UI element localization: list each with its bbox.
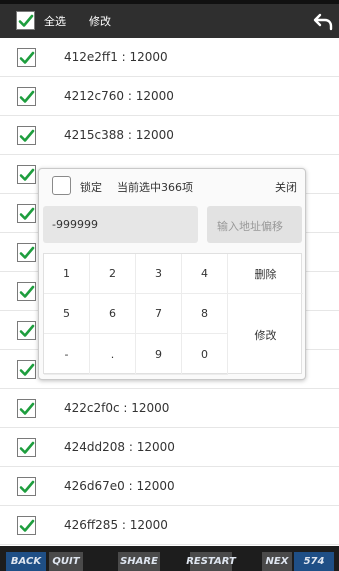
row-checkbox[interactable] (17, 204, 36, 223)
share-button[interactable]: SHARE (118, 552, 160, 571)
check-icon (19, 285, 35, 298)
keypad-key[interactable]: 6 (90, 294, 136, 334)
row-checkbox[interactable] (17, 477, 36, 496)
list-item[interactable]: 424dd208 : 12000 (0, 428, 339, 467)
row-address-value: 426d67e0 : 12000 (64, 479, 175, 493)
list-item[interactable]: 426ff285 : 12000 (0, 506, 339, 545)
row-checkbox[interactable] (17, 516, 36, 535)
restart-button[interactable]: RESTART (186, 552, 236, 571)
row-checkbox[interactable] (17, 243, 36, 262)
row-address-value: 426ff285 : 12000 (64, 518, 168, 532)
keypad-key[interactable]: 5 (44, 294, 90, 334)
keypad-key[interactable]: 3 (136, 254, 182, 294)
keypad-key[interactable]: 1 (44, 254, 90, 294)
check-icon (19, 207, 35, 220)
keypad-key[interactable]: . (90, 334, 136, 375)
check-icon (19, 480, 35, 493)
keypad-key[interactable]: 8 (182, 294, 228, 334)
counter-badge: 574 (294, 552, 334, 571)
row-checkbox[interactable] (17, 87, 36, 106)
address-offset-input[interactable]: 输入地址偏移 (207, 206, 302, 243)
lock-checkbox[interactable] (52, 176, 71, 195)
check-icon (18, 14, 34, 27)
check-icon (19, 441, 35, 454)
check-icon (19, 519, 35, 532)
row-checkbox[interactable] (17, 282, 36, 301)
check-icon (19, 129, 35, 142)
back-button[interactable]: BACK (6, 552, 46, 571)
check-icon (19, 402, 35, 415)
row-address-value: 4212c760 : 12000 (64, 89, 174, 103)
row-checkbox[interactable] (17, 321, 36, 340)
row-checkbox[interactable] (17, 126, 36, 145)
list-item[interactable]: 422c2f0c : 12000 (0, 389, 339, 428)
check-icon (19, 90, 35, 103)
row-address-value: 4215c388 : 12000 (64, 128, 174, 142)
list-item[interactable]: 412e2ff1 : 12000 (0, 38, 339, 77)
check-icon (19, 168, 35, 181)
list-item[interactable]: 426d67e0 : 12000 (0, 467, 339, 506)
top-toolbar: 全选 修改 (0, 4, 339, 38)
bottom-bar: BACK QUIT SHARE RESTART NEX 574 (0, 546, 339, 571)
check-icon (19, 324, 35, 337)
list-item[interactable]: 4212c760 : 12000 (0, 77, 339, 116)
keypad-key[interactable]: 7 (136, 294, 182, 334)
next-button[interactable]: NEX (262, 552, 292, 571)
check-icon (19, 246, 35, 259)
modify-button[interactable]: 修改 (89, 13, 111, 29)
row-address-value: 412e2ff1 : 12000 (64, 50, 168, 64)
modify-dialog: 锁定 当前选中366项 关闭 -999999 输入地址偏移 1 2 3 4 删除 5 6 7 8… (38, 168, 306, 380)
keypad-key[interactable]: 4 (182, 254, 228, 294)
keypad-key[interactable]: 0 (182, 334, 228, 375)
check-icon (19, 363, 35, 376)
row-checkbox[interactable] (17, 399, 36, 418)
select-all-label[interactable]: 全选 (44, 13, 66, 29)
quit-button[interactable]: QUIT (49, 552, 83, 571)
row-checkbox[interactable] (17, 48, 36, 67)
lock-label: 锁定 (80, 181, 102, 194)
close-button[interactable]: 关闭 (275, 179, 297, 195)
keypad-key[interactable]: 修改 (228, 294, 303, 375)
row-checkbox[interactable] (17, 360, 36, 379)
keypad-key[interactable]: 删除 (228, 254, 303, 294)
row-checkbox[interactable] (17, 165, 36, 184)
row-checkbox[interactable] (17, 438, 36, 457)
undo-arrow-icon[interactable] (312, 10, 334, 32)
keypad-key[interactable]: - (44, 334, 90, 375)
select-all-checkbox[interactable] (16, 11, 35, 30)
keypad: 1 2 3 4 删除 5 6 7 8 修改 -. 9 0 (43, 253, 303, 375)
check-icon (19, 51, 35, 64)
row-address-value: 422c2f0c : 12000 (64, 401, 170, 415)
selection-count-text: 当前选中366项 (117, 181, 193, 194)
value-input[interactable]: -999999 (43, 206, 198, 243)
keypad-key[interactable]: 9 (136, 334, 182, 375)
keypad-key[interactable]: 2 (90, 254, 136, 294)
list-item[interactable]: 4215c388 : 12000 (0, 116, 339, 155)
row-address-value: 424dd208 : 12000 (64, 440, 175, 454)
